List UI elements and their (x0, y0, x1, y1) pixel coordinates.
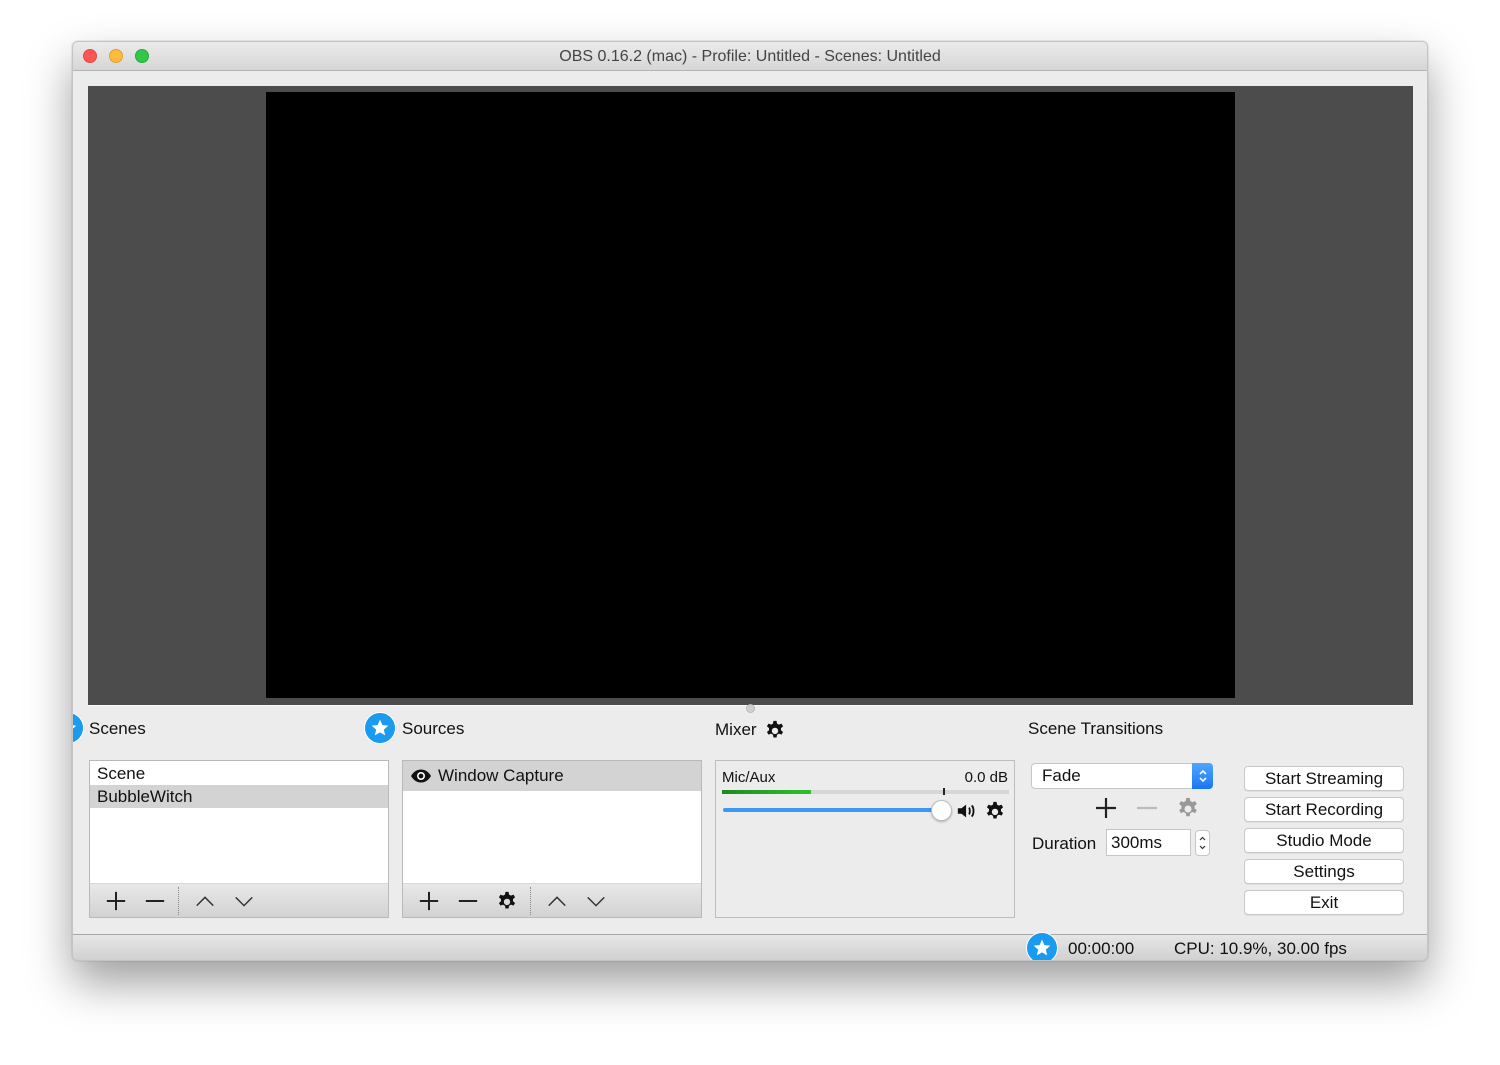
plus-icon (418, 890, 440, 912)
chevron-down-icon (585, 890, 607, 912)
volume-meter (722, 788, 1009, 795)
sources-title: Sources (402, 719, 465, 738)
transition-select-value: Fade (1042, 766, 1081, 785)
settings-button[interactable]: Settings (1244, 859, 1404, 884)
source-properties-button[interactable] (487, 884, 526, 918)
chevron-up-icon (194, 890, 216, 912)
transition-properties-gear-icon[interactable] (1176, 796, 1200, 820)
source-item[interactable]: Window Capture (403, 761, 701, 791)
toolbar-separator (530, 886, 531, 915)
sources-list[interactable]: Window Capture (402, 760, 702, 918)
eye-visibility-icon[interactable] (410, 769, 432, 783)
move-source-up-button[interactable] (537, 884, 576, 918)
duration-label: Duration (1032, 834, 1097, 853)
minus-icon (457, 890, 479, 912)
chevron-down-icon (233, 890, 255, 912)
mixer-channel-gear-icon[interactable] (984, 800, 1006, 822)
splitter-handle[interactable] (746, 704, 755, 713)
chevron-up-icon (546, 890, 568, 912)
cpu-fps-status: CPU: 10.9%, 30.00 fps (1174, 939, 1347, 958)
mixer-channel: Mic/Aux 0.0 dB (715, 760, 1015, 918)
start-recording-button[interactable]: Start Recording (1244, 797, 1404, 822)
studio-mode-button[interactable]: Studio Mode (1244, 828, 1404, 853)
remove-scene-button[interactable] (135, 884, 174, 918)
star-annotation-icon (73, 712, 84, 744)
mixer-channel-name: Mic/Aux (722, 769, 776, 786)
add-transition-icon[interactable] (1094, 796, 1118, 820)
scenes-list[interactable]: Scene BubbleWitch (89, 760, 389, 918)
move-source-down-button[interactable] (576, 884, 615, 918)
transitions-title: Scene Transitions (1028, 719, 1164, 738)
volume-meter-peak (942, 788, 945, 795)
stepper-updown-icon (1199, 836, 1206, 850)
preview-canvas[interactable] (266, 92, 1235, 698)
scenes-title: Scenes (89, 719, 146, 738)
scene-item[interactable]: Scene (90, 762, 388, 785)
mixer-channel-db: 0.0 dB (964, 769, 1008, 786)
minus-icon (144, 890, 166, 912)
start-streaming-button[interactable]: Start Streaming (1244, 766, 1404, 791)
gear-icon (496, 890, 518, 912)
star-annotation-icon (364, 712, 396, 744)
duration-input[interactable]: 300ms (1106, 829, 1191, 856)
add-source-button[interactable] (409, 884, 448, 918)
title-bar[interactable]: OBS 0.16.2 (mac) - Profile: Untitled - S… (73, 42, 1427, 71)
obs-window: OBS 0.16.2 (mac) - Profile: Untitled - S… (72, 41, 1428, 961)
window-title: OBS 0.16.2 (mac) - Profile: Untitled - S… (559, 48, 941, 65)
source-label: Window Capture (438, 766, 564, 785)
select-updown-icon (1192, 763, 1213, 789)
remove-source-button[interactable] (448, 884, 487, 918)
volume-meter-level (722, 790, 811, 794)
mixer-title: Mixer (715, 719, 786, 741)
add-scene-button[interactable] (96, 884, 135, 918)
volume-slider-fill (723, 808, 941, 812)
transition-select[interactable]: Fade (1031, 763, 1213, 789)
scene-item-selected[interactable]: BubbleWitch (90, 785, 388, 808)
scenes-toolbar (90, 883, 388, 917)
plus-icon (105, 890, 127, 912)
volume-slider-handle[interactable] (931, 800, 952, 821)
star-annotation-icon (1026, 932, 1058, 960)
mixer-gear-icon[interactable] (764, 719, 786, 741)
remove-transition-icon[interactable] (1135, 796, 1159, 820)
volume-slider[interactable] (723, 808, 941, 812)
toolbar-separator (178, 886, 179, 915)
duration-stepper[interactable] (1195, 830, 1210, 856)
speaker-mute-icon[interactable] (956, 800, 978, 822)
move-scene-up-button[interactable] (185, 884, 224, 918)
exit-button[interactable]: Exit (1244, 890, 1404, 915)
sources-toolbar (403, 883, 701, 917)
preview-background[interactable] (88, 86, 1413, 705)
move-scene-down-button[interactable] (224, 884, 263, 918)
recording-time: 00:00:00 (1068, 939, 1135, 958)
mixer-title-label: Mixer (715, 720, 757, 739)
preview-area (88, 86, 1413, 706)
